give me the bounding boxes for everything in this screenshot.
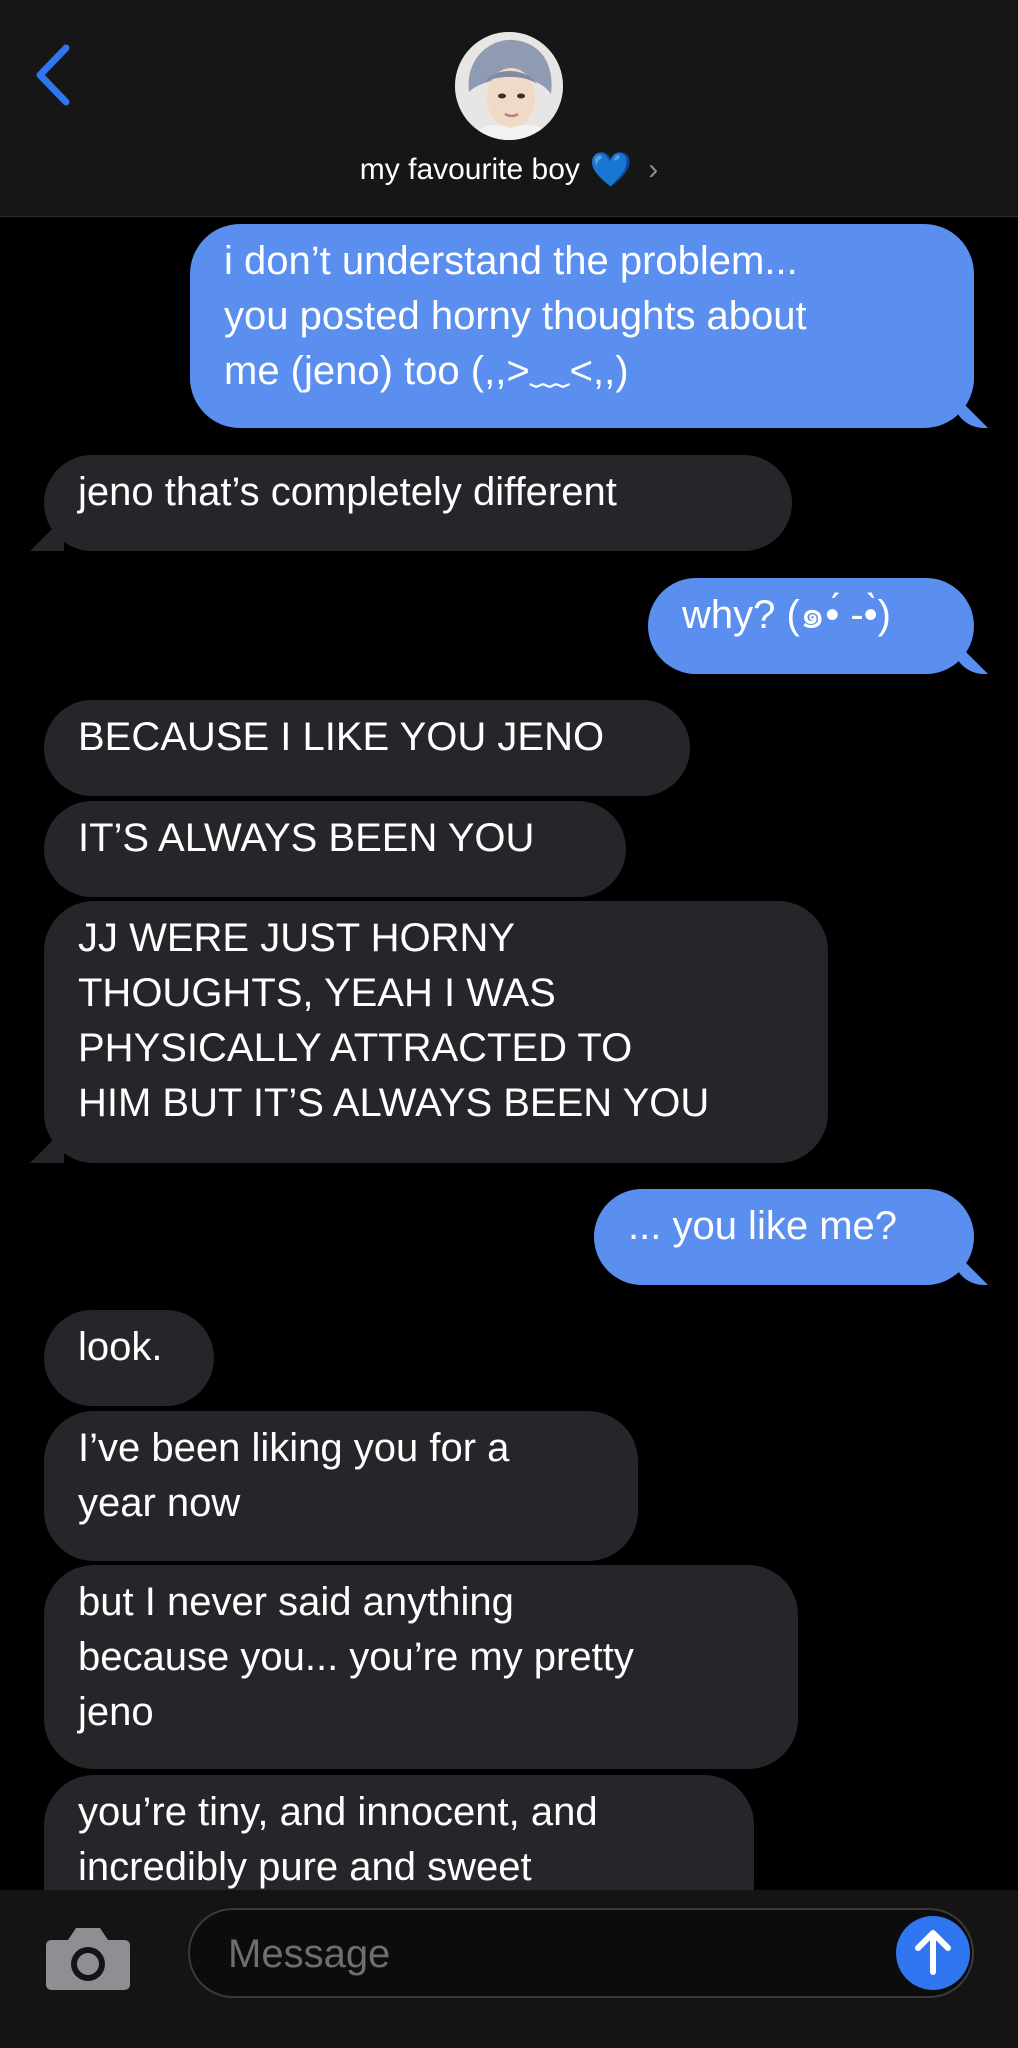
message-line: jeno that’s completely different xyxy=(78,470,617,514)
conversation-header: my favourite boy 💙 › xyxy=(0,0,1018,217)
message-input[interactable] xyxy=(226,1910,830,1998)
send-button[interactable] xyxy=(896,1916,970,1990)
message-line: look. xyxy=(78,1325,163,1369)
chevron-right-icon: › xyxy=(648,153,659,186)
message-line: JJ WERE JUST HORNY xyxy=(78,916,516,960)
message-bubble-sent[interactable]: ... you like me? xyxy=(594,1189,974,1285)
avatar-image xyxy=(455,32,563,140)
message-line: but I never said anything xyxy=(78,1580,514,1624)
compose-bar xyxy=(0,1890,1018,2048)
arrow-up-icon xyxy=(915,1930,951,1975)
message-bubble-received[interactable]: jeno that’s completely different xyxy=(44,455,792,551)
message-line: you posted horny thoughts about xyxy=(224,294,807,338)
message-line: PHYSICALLY ATTRACTED TO xyxy=(78,1026,633,1070)
camera-button[interactable] xyxy=(44,1920,132,1992)
message-line: BECAUSE I LIKE YOU JENO xyxy=(78,715,605,759)
message-line: I’ve been liking you for a xyxy=(78,1426,510,1470)
message-line: because you... you’re my pretty xyxy=(78,1635,634,1679)
message-bubble-received[interactable]: you’re tiny, and innocent, and incredibl… xyxy=(44,1775,754,1890)
message-line: year now xyxy=(78,1481,241,1525)
message-bubble-received[interactable]: but I never said anything because you...… xyxy=(44,1565,798,1769)
message-bubble-received[interactable]: BECAUSE I LIKE YOU JENO xyxy=(44,700,690,796)
contact-name: my favourite boy xyxy=(359,153,580,186)
message-line: you’re tiny, and innocent, and xyxy=(78,1790,598,1834)
message-line: incredibly pure and sweet xyxy=(78,1845,532,1889)
camera-icon xyxy=(46,1928,130,1990)
message-line: me (jeno) too (,,>﹏<,,) xyxy=(224,349,629,393)
message-line: ... you like me? xyxy=(628,1204,898,1248)
blue-heart-emoji: 💙 xyxy=(589,151,633,189)
message-bubble-received[interactable]: I’ve been liking you for a year now xyxy=(44,1411,638,1561)
message-line: jeno xyxy=(78,1690,154,1734)
back-button[interactable] xyxy=(30,40,80,110)
message-line: HIM BUT IT’S ALWAYS BEEN YOU xyxy=(78,1081,710,1125)
message-bubble-sent[interactable]: why? (๑•́ -•̀) xyxy=(648,578,974,674)
message-input-container[interactable] xyxy=(188,1908,974,1998)
chevron-left-icon xyxy=(36,44,70,106)
message-line: IT’S ALWAYS BEEN YOU xyxy=(78,816,535,860)
message-thread[interactable]: i don’t understand the problem... you po… xyxy=(0,0,1018,1890)
message-line: THOUGHTS, YEAH I WAS xyxy=(78,971,556,1015)
message-line: why? (๑•́ -•̀) xyxy=(682,593,891,637)
contact-avatar[interactable] xyxy=(455,32,563,140)
message-bubble-received[interactable]: look. xyxy=(44,1310,214,1406)
message-bubble-received[interactable]: JJ WERE JUST HORNY THOUGHTS, YEAH I WAS … xyxy=(44,901,828,1163)
message-line: i don’t understand the problem... xyxy=(224,239,798,283)
message-bubble-sent[interactable]: i don’t understand the problem... you po… xyxy=(190,224,974,428)
message-bubble-received[interactable]: IT’S ALWAYS BEEN YOU xyxy=(44,801,626,897)
contact-name-row[interactable]: my favourite boy 💙 › xyxy=(0,150,1018,190)
